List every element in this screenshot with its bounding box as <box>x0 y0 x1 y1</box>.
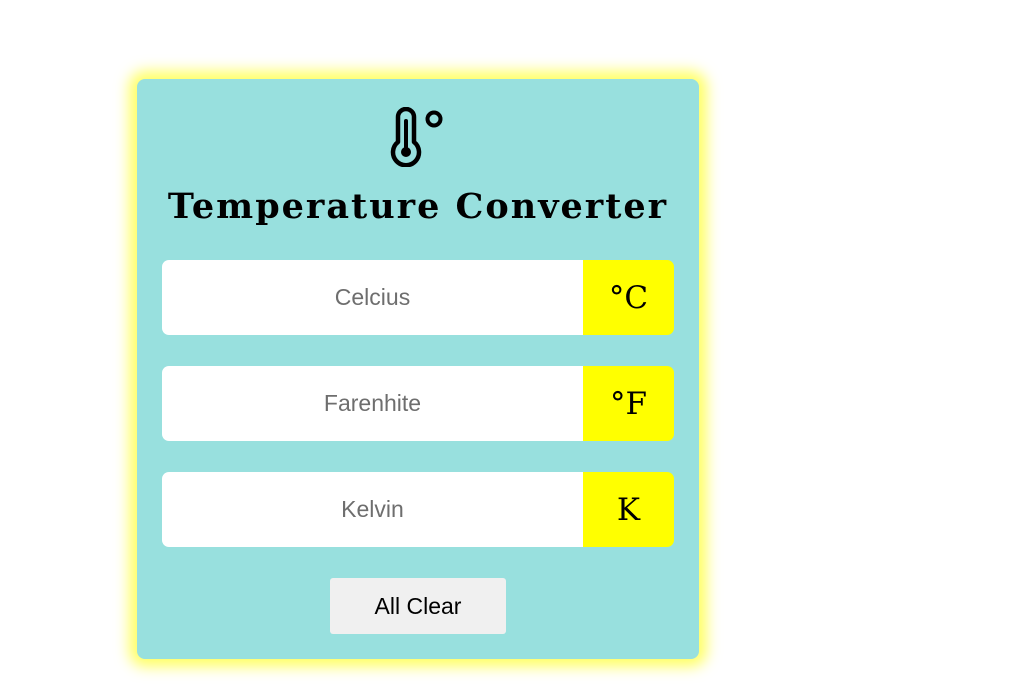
kelvin-unit-label: K <box>583 472 674 547</box>
thermometer-degree-icon <box>390 107 443 167</box>
kelvin-input[interactable] <box>162 472 583 547</box>
celsius-input[interactable] <box>162 260 583 335</box>
celsius-unit-label: °C <box>583 260 674 335</box>
fahrenheit-unit-label: °F <box>583 366 674 441</box>
fahrenheit-row: °F <box>162 366 674 441</box>
fahrenheit-input[interactable] <box>162 366 583 441</box>
converter-card: Temperature Converter °C °F K All Clear <box>137 79 699 659</box>
all-clear-button[interactable]: All Clear <box>330 578 506 634</box>
page-title: Temperature Converter <box>167 186 669 227</box>
celsius-row: °C <box>162 260 674 335</box>
kelvin-row: K <box>162 472 674 547</box>
